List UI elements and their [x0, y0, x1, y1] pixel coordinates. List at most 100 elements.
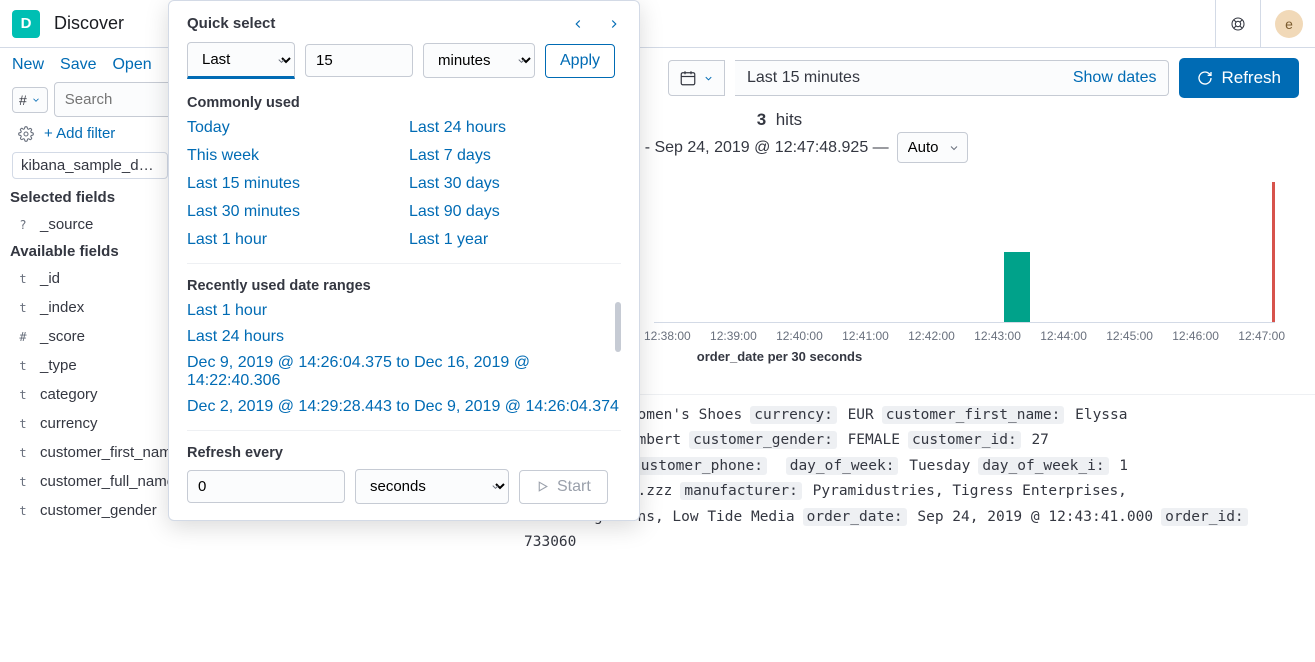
- date-picker-button[interactable]: [668, 60, 725, 96]
- chevron-down-icon: [31, 95, 41, 105]
- doc-field-key: customer_gender:: [689, 431, 837, 449]
- common-range-link[interactable]: Last 30 days: [409, 175, 621, 193]
- doc-field-value: FEMALE: [848, 432, 900, 448]
- menu-save[interactable]: Save: [60, 56, 96, 74]
- index-pattern-select[interactable]: kibana_sample_d…: [12, 152, 168, 179]
- chevron-down-icon: [703, 73, 714, 84]
- x-tick: 12:45:00: [1106, 329, 1153, 343]
- refresh-label: Refresh: [1221, 68, 1281, 88]
- unit-select[interactable]: minutes: [423, 43, 535, 78]
- field-type-icon: #: [16, 330, 30, 344]
- histogram-bar[interactable]: [1004, 252, 1030, 322]
- common-range-link[interactable]: Last 1 hour: [187, 231, 399, 249]
- doc-field-key: order_id:: [1161, 508, 1248, 526]
- hits-count: 3: [757, 110, 766, 129]
- doc-field-value: EUR: [848, 407, 874, 423]
- field-name: customer_full_name: [40, 473, 175, 490]
- doc-field-value: 27: [1031, 432, 1048, 448]
- refresh-value-input[interactable]: [187, 470, 345, 503]
- field-name: _type: [40, 357, 77, 374]
- time-range-display[interactable]: Last 15 minutes Show dates: [735, 60, 1169, 96]
- field-type-icon: t: [16, 359, 30, 373]
- avatar[interactable]: e: [1275, 10, 1303, 38]
- doc-field-key: customer_id:: [908, 431, 1021, 449]
- quick-select-popover: Quick select Last minutes Apply Commonly…: [168, 0, 640, 521]
- field-type-icon: t: [16, 388, 30, 402]
- doc-field-key: order_date:: [803, 508, 907, 526]
- hash-label: #: [19, 92, 27, 108]
- help-icon[interactable]: [1226, 12, 1250, 36]
- now-marker: [1272, 182, 1275, 322]
- recent-title: Recently used date ranges: [187, 278, 621, 294]
- app-logo[interactable]: D: [12, 10, 40, 38]
- field-name: _index: [40, 299, 84, 316]
- recent-range-link[interactable]: Last 24 hours: [187, 328, 621, 346]
- common-range-link[interactable]: Last 24 hours: [409, 119, 621, 137]
- menu-open[interactable]: Open: [112, 56, 151, 74]
- play-icon: [536, 480, 549, 493]
- field-type-icon: t: [16, 475, 30, 489]
- common-range-link[interactable]: Last 90 days: [409, 203, 621, 221]
- field-name: _score: [40, 328, 85, 345]
- app-name: Discover: [54, 13, 124, 34]
- tense-select[interactable]: Last: [187, 42, 295, 79]
- gear-icon[interactable]: [18, 126, 34, 142]
- refresh-unit-select[interactable]: seconds: [355, 469, 509, 504]
- recent-range-link[interactable]: Last 1 hour: [187, 302, 621, 320]
- x-tick: 12:40:00: [776, 329, 823, 343]
- start-label: Start: [557, 478, 591, 496]
- recent-range-link[interactable]: Dec 2, 2019 @ 14:29:28.443 to Dec 9, 201…: [187, 398, 621, 416]
- x-tick: 12:46:00: [1172, 329, 1219, 343]
- doc-field-value: Elyssa: [1075, 407, 1127, 423]
- common-range-link[interactable]: Last 15 minutes: [187, 175, 399, 193]
- menu-new[interactable]: New: [12, 56, 44, 74]
- quick-select-title: Quick select: [187, 15, 275, 32]
- x-tick: 12:39:00: [710, 329, 757, 343]
- field-name: customer_first_name: [40, 444, 180, 461]
- field-name: _id: [40, 270, 60, 287]
- quick-value-input[interactable]: [305, 44, 413, 77]
- x-tick: 12:38:00: [644, 329, 691, 343]
- field-type-icon: t: [16, 301, 30, 315]
- field-name: category: [40, 386, 98, 403]
- commonly-used-title: Commonly used: [187, 95, 621, 111]
- common-range-link[interactable]: Last 30 minutes: [187, 203, 399, 221]
- x-tick: 12:43:00: [974, 329, 1021, 343]
- show-dates-link[interactable]: Show dates: [1073, 69, 1157, 87]
- apply-button[interactable]: Apply: [545, 44, 615, 78]
- next-range-button[interactable]: [607, 17, 621, 31]
- doc-field-key: customer_phone:: [628, 457, 767, 475]
- refresh-every-title: Refresh every: [187, 445, 621, 461]
- doc-field-key: customer_first_name:: [882, 406, 1065, 424]
- hits-label: hits: [776, 110, 802, 129]
- scrollbar-thumb[interactable]: [615, 302, 621, 352]
- common-range-link[interactable]: Last 7 days: [409, 147, 621, 165]
- interval-select[interactable]: Auto: [897, 132, 968, 163]
- start-refresh-button: Start: [519, 470, 608, 504]
- doc-field-key: currency:: [750, 406, 837, 424]
- doc-field-value: Sep 24, 2019 @ 12:43:41.000: [917, 509, 1153, 525]
- field-type-icon: t: [16, 504, 30, 518]
- language-switch-button[interactable]: #: [12, 87, 48, 113]
- x-tick: 12:42:00: [908, 329, 955, 343]
- recent-range-link[interactable]: Dec 9, 2019 @ 14:26:04.375 to Dec 16, 20…: [187, 354, 621, 390]
- x-tick: 12:41:00: [842, 329, 889, 343]
- doc-field-key: day_of_week_i:: [978, 457, 1108, 475]
- common-range-link[interactable]: Last 1 year: [409, 231, 621, 249]
- doc-field-value: 733060: [524, 534, 576, 550]
- calendar-icon: [679, 69, 697, 87]
- doc-field-value: 1: [1119, 458, 1128, 474]
- doc-field-key: manufacturer:: [680, 482, 802, 500]
- time-range-text: Last 15 minutes: [747, 69, 860, 87]
- field-type-icon: t: [16, 272, 30, 286]
- doc-field-value: Tuesday: [909, 458, 970, 474]
- field-name: _source: [40, 216, 93, 233]
- field-type-icon: ?: [16, 218, 30, 232]
- common-range-link[interactable]: Today: [187, 119, 399, 137]
- add-filter-button[interactable]: + Add filter: [44, 125, 115, 142]
- field-name: currency: [40, 415, 98, 432]
- prev-range-button[interactable]: [571, 17, 585, 31]
- common-range-link[interactable]: This week: [187, 147, 399, 165]
- x-tick: 12:47:00: [1238, 329, 1285, 343]
- refresh-button[interactable]: Refresh: [1179, 58, 1299, 98]
